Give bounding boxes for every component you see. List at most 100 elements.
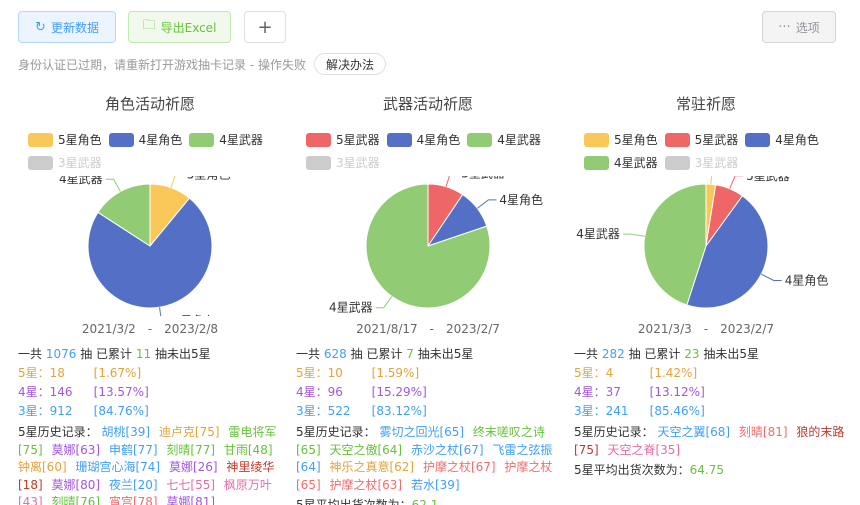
legend-swatch [108, 132, 134, 147]
rarity-percent: [1.67%] [93, 366, 142, 380]
refresh-data-button[interactable]: ↻ 更新数据 [18, 11, 116, 43]
pie-label-line [622, 233, 645, 237]
rarity-row-s5: 5星：18 [1.67%] [18, 364, 290, 383]
more-icon: ··· [778, 19, 791, 35]
pie-label-line [710, 176, 713, 185]
history-item: 胡桃[39] [101, 425, 151, 439]
average-label: 5星平均出货次数为： [296, 498, 412, 505]
rarity-row-s4: 4星：146 [13.57%] [18, 383, 290, 402]
date-end: 2023/2/8 [164, 322, 219, 336]
rarity-label: 4星： [18, 385, 50, 399]
history-item: 莫娜[26] [168, 460, 218, 474]
history-item: 莫娜[80] [51, 477, 101, 492]
rarity-label: 4星： [296, 385, 328, 399]
pie-label-line [476, 199, 497, 209]
rarity-percent: [1.42%] [649, 366, 698, 380]
pie-label-line [375, 296, 393, 309]
legend-item[interactable]: 4星角色 [745, 128, 819, 151]
average-label: 5星平均出货次数为： [574, 463, 690, 477]
rarity-row-s4: 4星：96 [15.29%] [296, 383, 568, 402]
legend-swatch [306, 132, 331, 147]
average-line: 5星平均出货次数为：64.75 [574, 461, 846, 480]
total-total-mid: 抽 已累计 [350, 347, 403, 361]
rarity-percent: [83.12%] [371, 404, 427, 418]
history-item: 护摩之杖[63] [329, 477, 403, 492]
rarity-percent: [85.46%] [649, 404, 705, 418]
legend-item[interactable]: 4星角色 [386, 128, 461, 151]
total-total-suffix: 抽未出5星 [703, 347, 759, 361]
date-range: 2021/8/17-2023/2/7 [288, 322, 568, 336]
history-label: 5星历史记录： [574, 425, 658, 439]
rarity-label: 3星： [296, 404, 328, 418]
date-start: 2021/8/17 [356, 322, 418, 336]
legend-label: 4星武器 [614, 156, 658, 170]
rarity-count: 522 [327, 404, 351, 418]
total-total-mid: 抽 已累计 [628, 347, 681, 361]
legend-item[interactable]: 5星武器 [664, 128, 739, 151]
history-item: 雾切之回光[65] [379, 425, 465, 439]
history-item: 申鹤[77] [108, 442, 158, 457]
rarity-label: 5星： [18, 366, 50, 380]
total-pity: 7 [406, 347, 414, 361]
legend-swatch [664, 155, 690, 170]
export-label: 导出Excel [160, 20, 217, 35]
legend-label: 5星武器 [694, 133, 739, 147]
add-button[interactable]: + [244, 11, 286, 43]
pie-label-line [159, 307, 162, 316]
chart-title: 常驻祈愿 [675, 95, 736, 113]
pie-label: 4星角色 [499, 193, 543, 207]
pie-label: 4星角色 [785, 274, 829, 288]
rarity-count: 18 [49, 366, 65, 380]
legend-item[interactable]: 4星武器 [467, 128, 541, 151]
legend-item[interactable]: 4星角色 [108, 128, 183, 151]
chart-title: 武器活动祈愿 [382, 95, 473, 113]
history-item: 天空之翼[68] [657, 425, 731, 439]
legend-item[interactable]: 3星武器 [28, 151, 102, 174]
legend-swatch [584, 132, 609, 147]
legend-label: 5星角色 [58, 133, 102, 147]
legend-swatch [745, 132, 771, 147]
rarity-count: 241 [605, 404, 629, 418]
rarity-row-s4: 4星：37 [13.12%] [574, 383, 846, 402]
average-line: 5星平均出货次数为：62.1 [296, 496, 568, 505]
legend-item[interactable]: 5星角色 [584, 128, 658, 151]
stats-block: 一共 628 抽 已累计 7 抽未出5星 5星：10 [1.59%] 4星：96 [15… [296, 345, 568, 505]
legend-item[interactable]: 4星武器 [189, 128, 263, 151]
pie-label: 4星角色 [173, 314, 217, 316]
total-total-prefix: 一共 [18, 347, 43, 361]
history-item: 莫娜[81] [166, 495, 216, 505]
legend-label: 4星角色 [138, 133, 183, 147]
rarity-count: 10 [327, 366, 343, 380]
date-range: 2021/3/3-2023/2/7 [566, 322, 846, 336]
stats-block: 一共 282 抽 已累计 23 抽未出5星 5星：4 [1.42%] 4星：37 [13… [574, 345, 846, 480]
history-item: 天空之脊[35] [607, 442, 681, 457]
legend-swatch [28, 155, 53, 170]
legend-item[interactable]: 3星武器 [306, 151, 380, 174]
panel-weapon-event: 武器活动祈愿 5星武器 4星角色 4星武器 3星武器 5星武器 4星角色 4星武器 202… [288, 88, 568, 505]
legend-label: 4星角色 [416, 133, 461, 147]
history-item: 若水[39] [410, 477, 460, 492]
total-total-mid: 抽 已累计 [80, 347, 133, 361]
legend-label: 5星武器 [336, 133, 380, 147]
options-button[interactable]: ··· 选项 [762, 11, 836, 43]
rarity-count: 4 [605, 366, 614, 380]
chart-title: 角色活动祈愿 [104, 95, 195, 113]
legend-item[interactable]: 4星武器 [584, 151, 658, 174]
rarity-count: 146 [49, 385, 73, 399]
five-star-history: 5星历史记录： 天空之翼[68] 刻晴[81] 狼的末路[75] 天空之脊[35… [574, 424, 846, 459]
total-total: 282 [601, 347, 625, 361]
status-message-row: 身份认证已过期，请重新打开游戏抽卡记录 - 操作失败 解决办法 [18, 53, 386, 75]
pie-label: 5星武器 [461, 176, 505, 180]
legend-item[interactable]: 3星武器 [664, 151, 738, 174]
export-excel-button[interactable]: 🗀 导出Excel [128, 11, 231, 43]
history-item: 赤沙之杖[67] [410, 442, 484, 457]
legend-item[interactable]: 5星武器 [306, 128, 380, 151]
date-end: 2023/2/7 [720, 322, 775, 336]
history-item: 迪卢克[75] [158, 425, 220, 439]
legend-item[interactable]: 5星角色 [28, 128, 102, 151]
solve-button[interactable]: 解决办法 [313, 53, 386, 75]
total-line: 一共 628 抽 已累计 7 抽未出5星 [296, 345, 568, 364]
date-end: 2023/2/7 [445, 322, 500, 336]
rarity-row-s5: 5星：10 [1.59%] [296, 364, 568, 383]
toolbar: ↻ 更新数据 🗀 导出Excel + ··· 选项 [18, 11, 838, 43]
